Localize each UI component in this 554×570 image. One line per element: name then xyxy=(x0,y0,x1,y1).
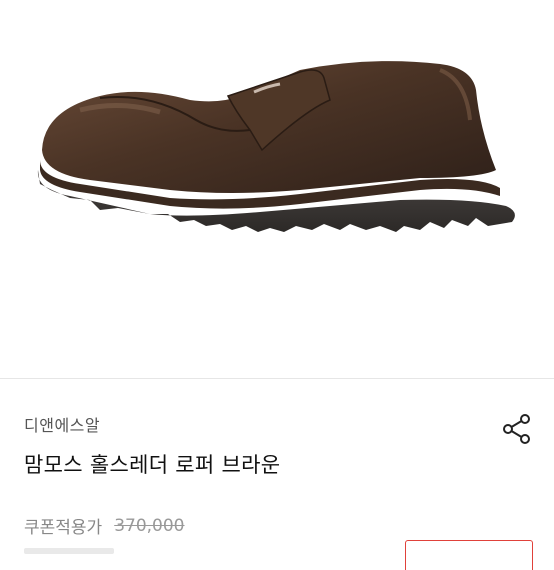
divider xyxy=(0,378,554,379)
coupon-price-row: 쿠폰적용가 370,000 xyxy=(24,513,185,539)
loafer-photo xyxy=(37,61,515,232)
price-placeholder xyxy=(24,548,114,554)
brand-name[interactable]: 디앤에스알 xyxy=(24,412,100,436)
product-image xyxy=(0,0,554,378)
coupon-label: 쿠폰적용가 xyxy=(24,518,103,538)
coupon-button[interactable] xyxy=(405,540,533,570)
original-price: 370,000 xyxy=(114,515,185,536)
product-title: 맘모스 홀스레더 로퍼 브라운 xyxy=(24,453,281,477)
share-button[interactable] xyxy=(500,412,534,446)
share-icon xyxy=(503,414,530,444)
